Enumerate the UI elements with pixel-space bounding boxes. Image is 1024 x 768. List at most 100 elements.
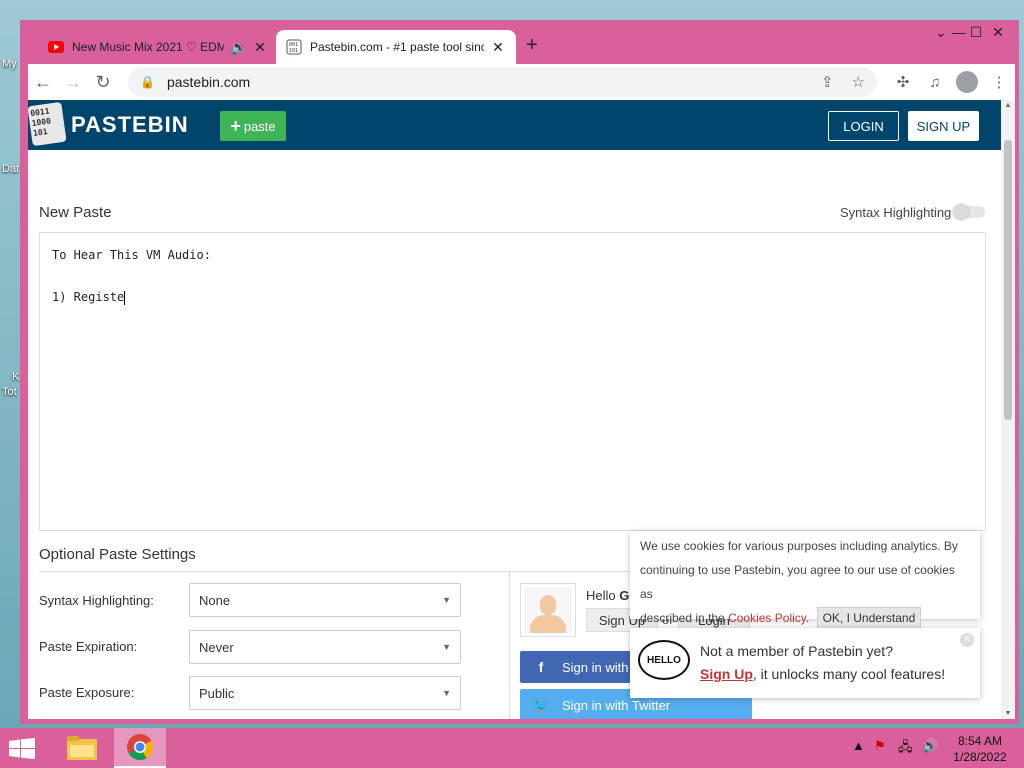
cookies-policy-link[interactable]: Cookies Policy (728, 611, 806, 625)
expiration-label: Paste Expiration: (39, 639, 138, 654)
desktop-icon-label[interactable]: Tot (2, 386, 17, 398)
cookie-banner: We use cookies for various purposes incl… (630, 531, 980, 629)
scroll-up-icon[interactable]: ▲ (1001, 102, 1015, 109)
browser-window: New Music Mix 2021 ♡ EDM 🔈 ✕ 001 101 Past… (20, 20, 1019, 724)
syntax-toggle[interactable] (953, 204, 985, 220)
windows-start-icon[interactable] (8, 738, 38, 760)
editor-line: 1) Registe (52, 287, 973, 308)
paste-textarea[interactable]: To Hear This VM Audio: 1) Registe (39, 232, 986, 531)
media-control-icon[interactable]: ♫ (919, 74, 951, 91)
pastebin-wordmark[interactable]: PASTEBIN (71, 112, 189, 138)
editor-line: To Hear This VM Audio: (52, 248, 211, 262)
lock-icon[interactable]: 🔒 (140, 75, 155, 89)
action-center-flag-icon[interactable]: ⚑ (874, 738, 886, 754)
select-value: Never (199, 639, 234, 655)
member-promo: HELLO Not a member of Pastebin yet? Sign… (630, 628, 980, 698)
cookie-text: continuing to use Pastebin, you agree to… (640, 563, 955, 601)
hello-name: G (619, 588, 630, 603)
page-title: New Paste (39, 204, 112, 221)
back-icon[interactable]: ← (28, 72, 58, 93)
tab-pastebin[interactable]: 001 101 Pastebin.com - #1 paste tool sinc… (276, 30, 516, 64)
tab-title: New Music Mix 2021 ♡ EDM (72, 40, 224, 54)
taskbar: ▲ ⚑ 🖧 🔊 8:54 AM 1/28/2022 (0, 728, 1024, 768)
hello-text: Hello G (586, 588, 629, 603)
network-icon[interactable]: 🖧 (898, 738, 913, 760)
member-subtext-rest: , it unlocks many cool features! (752, 666, 946, 682)
close-tab-icon[interactable]: ✕ (490, 39, 506, 56)
toggle-knob (953, 204, 969, 220)
scrollbar-thumb[interactable] (1004, 140, 1012, 420)
menu-icon[interactable]: ⋮ (983, 73, 1015, 91)
divider (509, 572, 510, 719)
new-paste-label: paste (243, 118, 276, 134)
exposure-label: Paste Exposure: (39, 685, 135, 700)
pastebin-logo[interactable]: 0011 1000 101 (28, 101, 67, 147)
svg-text:101: 101 (289, 48, 298, 54)
url-text: pastebin.com (166, 74, 251, 90)
settings-title: Optional Paste Settings (39, 546, 196, 563)
select-value: Public (199, 685, 235, 701)
text-caret (124, 290, 126, 305)
exposure-select[interactable]: Public ▼ (189, 676, 461, 710)
twitter-label: Sign in with Twitter (562, 697, 671, 713)
tab-strip: New Music Mix 2021 ♡ EDM 🔈 ✕ 001 101 Past… (20, 20, 1019, 64)
tab-title: Pastebin.com - #1 paste tool since (310, 40, 484, 54)
chevron-up-icon[interactable]: ▲ (852, 738, 865, 753)
close-icon[interactable]: ✕ (960, 633, 974, 647)
speaker-icon[interactable]: 🔈 (230, 39, 247, 56)
share-icon[interactable]: ⇪ (821, 73, 834, 91)
browser-toolbar: ← → ↻ 🔒 pastebin.com ⇪ ☆ ✣ ♫ ⋮ (28, 64, 1015, 100)
plus-icon: + (230, 115, 241, 136)
reload-icon[interactable]: ↻ (88, 72, 118, 93)
cookie-ok-button[interactable]: OK, I Understand (816, 607, 922, 629)
chrome-icon[interactable] (114, 728, 166, 768)
extensions-icon[interactable]: ✣ (887, 73, 919, 91)
system-clock[interactable]: 8:54 AM 1/28/2022 (948, 733, 1012, 765)
pastebin-header: 0011 1000 101 PASTEBIN + paste LOGIN SIGN… (28, 100, 1001, 150)
scroll-down-icon[interactable]: ▼ (1001, 710, 1015, 717)
hello-label: Hello (586, 588, 616, 603)
desktop-icon-label[interactable]: K (12, 371, 19, 383)
scrollbar[interactable]: ▲ ▼ (1001, 100, 1015, 719)
cookie-text-line: described in the Cookies Policy. OK, I U… (640, 606, 970, 630)
volume-icon[interactable]: 🔊 (922, 738, 938, 754)
clock-date: 1/28/2022 (953, 750, 1007, 764)
clock-time: 8:54 AM (957, 734, 1003, 748)
member-subtext: Sign Up, it unlocks many cool features! (700, 666, 945, 682)
syntax-label: Syntax Highlighting: (39, 593, 154, 608)
select-value: None (199, 592, 231, 608)
dropdown-arrow-icon: ▼ (442, 642, 451, 652)
dropdown-arrow-icon: ▼ (442, 595, 451, 605)
signup-button[interactable]: SIGN UP (908, 111, 979, 141)
desktop-icon-label[interactable]: Dat (2, 163, 19, 175)
member-question: Not a member of Pastebin yet? (700, 643, 893, 659)
facebook-icon: f (538, 659, 544, 675)
cookie-text: described in the (640, 611, 725, 625)
cookie-text: We use cookies for various purposes incl… (640, 539, 958, 553)
expiration-select[interactable]: Never ▼ (189, 630, 461, 664)
close-window-icon[interactable]: ✕ (982, 20, 1014, 44)
logo-digits: 0011 1000 101 (29, 106, 52, 138)
twitter-icon: 🐦 (532, 696, 550, 713)
file-explorer-icon[interactable] (56, 728, 108, 768)
star-icon[interactable]: ☆ (852, 73, 865, 91)
syntax-select[interactable]: None ▼ (189, 583, 461, 617)
page-viewport: 0011 1000 101 PASTEBIN + paste LOGIN SIGN… (28, 100, 1001, 719)
member-signup-link[interactable]: Sign Up (700, 666, 753, 682)
forward-icon[interactable]: → (58, 72, 88, 93)
pastebin-icon: 001 101 (286, 39, 302, 55)
desktop-icon-label[interactable]: My (2, 58, 17, 70)
new-paste-button[interactable]: + paste (220, 111, 286, 141)
tab-youtube[interactable]: New Music Mix 2021 ♡ EDM 🔈 ✕ (38, 30, 278, 64)
address-bar[interactable]: 🔒 pastebin.com ⇪ ☆ (128, 67, 877, 97)
editor-line-text: 1) Registe (52, 290, 125, 304)
hello-bubble-icon: HELLO (638, 640, 690, 680)
close-tab-icon[interactable]: ✕ (252, 39, 268, 56)
youtube-icon (48, 39, 64, 55)
profile-icon[interactable] (956, 71, 978, 93)
new-tab-icon[interactable]: + (526, 34, 538, 57)
avatar (520, 583, 576, 637)
login-button[interactable]: LOGIN (828, 111, 899, 141)
facebook-label: Sign in with F (562, 659, 641, 675)
